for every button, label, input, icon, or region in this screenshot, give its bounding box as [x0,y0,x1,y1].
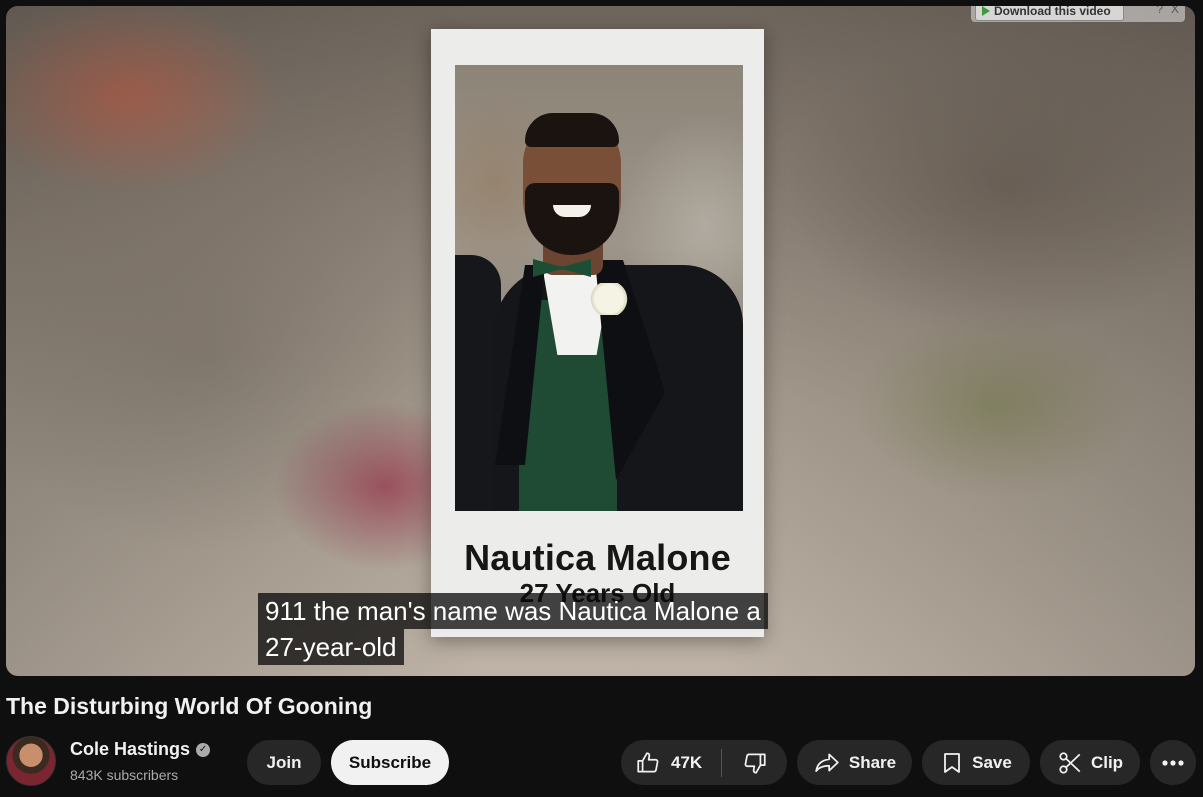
save-label: Save [972,752,1012,772]
scissors-icon [1057,750,1083,776]
share-arrow-icon [813,750,841,776]
close-icon[interactable]: X [1171,6,1179,16]
like-dislike-group: 47K [621,740,787,785]
download-toolbar: Download this video ? X [971,6,1185,22]
more-actions-button[interactable] [1150,740,1196,785]
save-button[interactable]: Save [922,740,1030,785]
join-button[interactable]: Join [247,740,321,785]
clip-label: Clip [1090,752,1124,772]
bookmark-icon [940,750,964,776]
dislike-button[interactable] [722,740,787,785]
download-video-button[interactable]: Download this video [975,6,1124,21]
clip-button[interactable]: Clip [1040,740,1140,785]
caption-line: 27-year-old [258,629,404,665]
share-label: Share [848,752,897,772]
memorial-card: Nautica Malone 27 Years Old [431,29,764,637]
portrait-photo [455,65,743,511]
like-count: 47K [671,752,703,772]
thumbs-up-icon [635,750,661,776]
video-player[interactable]: Download this video ? X Nautica Malone 2… [6,6,1195,676]
caption-line: 911 the man's name was Nautica Malone a [258,593,768,629]
subscribe-button[interactable]: Subscribe [331,740,449,785]
help-icon[interactable]: ? [1156,6,1163,16]
channel-avatar[interactable] [6,736,56,786]
like-button[interactable]: 47K [621,740,721,785]
play-icon [982,6,990,16]
download-label: Download this video [994,6,1111,18]
thumbs-down-icon [742,750,768,776]
video-title: The Disturbing World Of Gooning [6,693,373,719]
share-button[interactable]: Share [797,740,912,785]
channel-name-text[interactable]: Cole Hastings [70,739,190,760]
card-name: Nautica Malone [464,537,731,578]
subscriber-count: 843K subscribers [70,767,179,783]
more-horizontal-icon [1162,759,1184,766]
caption-box: 911 the man's name was Nautica Malone a … [258,593,768,665]
channel-name[interactable]: Cole Hastings ✓ [70,739,211,760]
verified-icon: ✓ [196,742,211,757]
